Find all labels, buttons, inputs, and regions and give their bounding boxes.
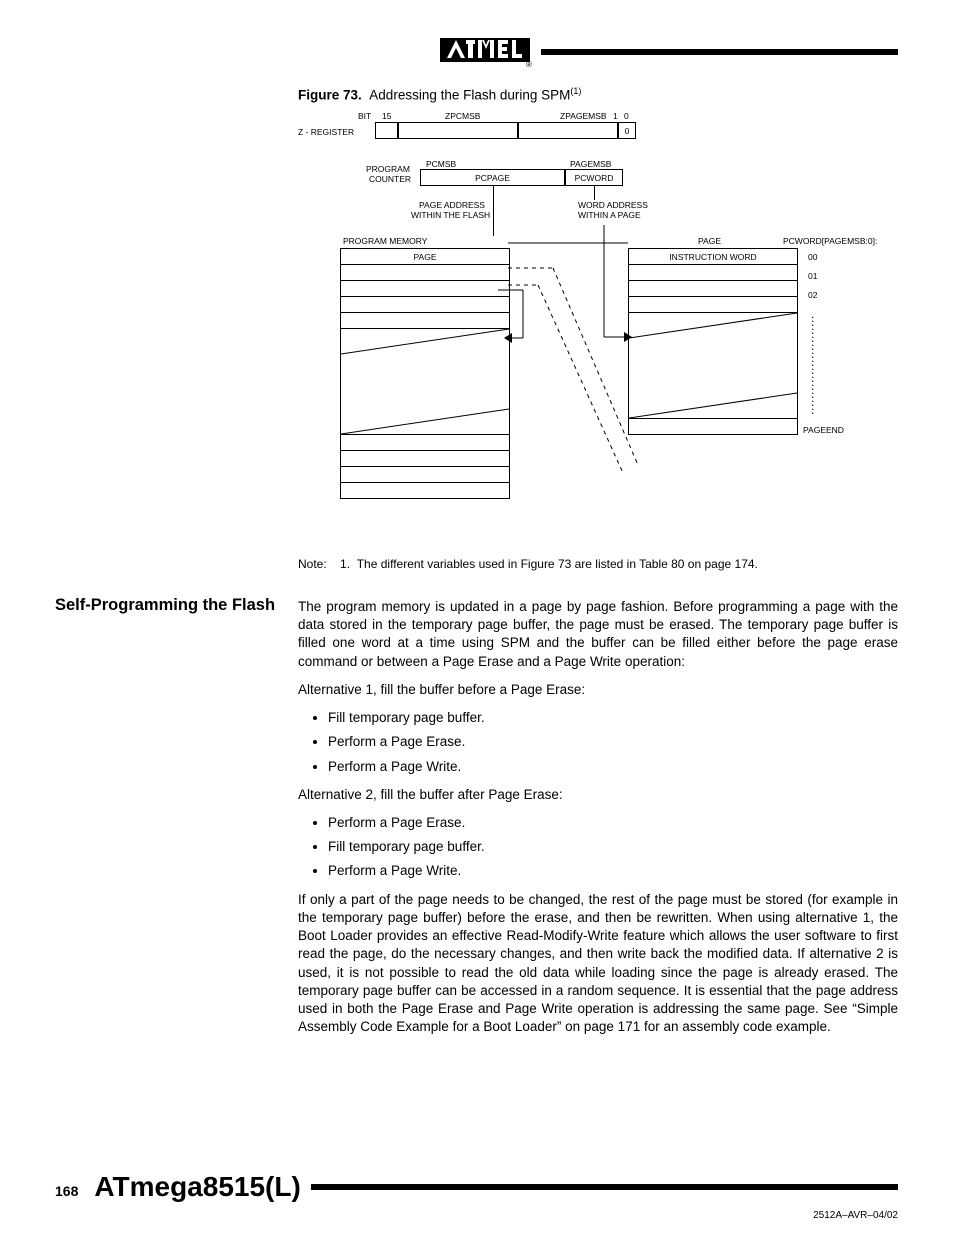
label-zpcmsb: ZPCMSB [445, 111, 480, 121]
paragraph-2: If only a part of the page needs to be c… [298, 891, 898, 1037]
label-02: 02 [808, 290, 817, 300]
list-item: Perform a Page Write. [328, 862, 898, 880]
doc-id: 2512A–AVR–04/02 [813, 1210, 898, 1221]
doc-title: ATmega8515(L) [94, 1171, 300, 1203]
zreg-box2 [398, 122, 518, 139]
label-bit1: 1 [613, 111, 618, 121]
label-counter: COUNTER [369, 174, 411, 184]
alt1-intro: Alternative 1, fill the buffer before a … [298, 681, 898, 699]
zreg-box1 [375, 122, 398, 139]
pcpage-box: PCPAGE [420, 169, 565, 186]
alt2-intro: Alternative 2, fill the buffer after Pag… [298, 786, 898, 804]
instruction-word-cell: INSTRUCTION WORD [629, 249, 798, 265]
pcword-box: PCWORD [565, 169, 623, 186]
label-page-right: PAGE [698, 236, 721, 246]
svg-text:®: ® [526, 60, 532, 69]
note-num: 1. [340, 557, 350, 571]
figure-diagram: BIT 15 ZPCMSB ZPAGEMSB 1 0 Z - REGISTER … [298, 100, 878, 530]
footer-rule [311, 1184, 898, 1190]
note-text: The different variables used in Figure 7… [357, 557, 758, 571]
zreg-box3 [518, 122, 618, 139]
label-bit15: 15 [382, 111, 391, 121]
figure-note: Note: 1. The different variables used in… [298, 557, 758, 571]
label-pageend: PAGEEND [803, 425, 844, 435]
list-item: Perform a Page Write. [328, 758, 898, 776]
atmel-logo: ® [438, 35, 533, 69]
list-item: Fill temporary page buffer. [328, 709, 898, 727]
program-memory-table: PAGE [340, 248, 510, 499]
label-wordaddr2: WITHIN A PAGE [578, 210, 641, 220]
label-progmem: PROGRAM MEMORY [343, 236, 427, 246]
label-pcwordbits: PCWORD[PAGEMSB:0]: [783, 236, 877, 246]
page-table: INSTRUCTION WORD [628, 248, 798, 435]
label-wordaddr1: WORD ADDRESS [578, 200, 648, 210]
note-label: Note: [298, 557, 327, 571]
zreg-box4: 0 [618, 122, 636, 139]
label-01: 01 [808, 271, 817, 281]
line-pcword-down [594, 186, 595, 200]
alt1-list: Fill temporary page buffer. Perform a Pa… [328, 709, 898, 776]
label-pagemsb: PAGEMSB [570, 159, 611, 169]
page-number: 168 [55, 1183, 78, 1199]
body-content: The program memory is updated in a page … [298, 598, 898, 1046]
list-item: Fill temporary page buffer. [328, 838, 898, 856]
label-bit0: 0 [624, 111, 629, 121]
dots-col: ......................... [811, 312, 814, 412]
label-bit: BIT [358, 111, 371, 121]
alt2-list: Perform a Page Erase. Fill temporary pag… [328, 814, 898, 881]
paragraph-1: The program memory is updated in a page … [298, 598, 898, 671]
figure-caption-sup: (1) [570, 86, 581, 96]
line-pcpage-down [493, 186, 494, 236]
progmem-page-header: PAGE [341, 249, 510, 265]
header-rule [541, 49, 898, 55]
page-footer: 168 ATmega8515(L) [55, 1171, 898, 1203]
list-item: Perform a Page Erase. [328, 733, 898, 751]
page-header: ® [438, 35, 898, 69]
list-item: Perform a Page Erase. [328, 814, 898, 832]
label-program: PROGRAM [366, 164, 410, 174]
label-zregister: Z - REGISTER [298, 127, 354, 137]
label-pcmsb: PCMSB [426, 159, 456, 169]
label-00: 00 [808, 252, 817, 262]
arrows-svg [498, 225, 648, 475]
label-pageaddr1: PAGE ADDRESS [419, 200, 485, 210]
label-zpagemsb: ZPAGEMSB [560, 111, 607, 121]
section-heading: Self-Programming the Flash [55, 596, 285, 615]
label-pageaddr2: WITHIN THE FLASH [411, 210, 490, 220]
